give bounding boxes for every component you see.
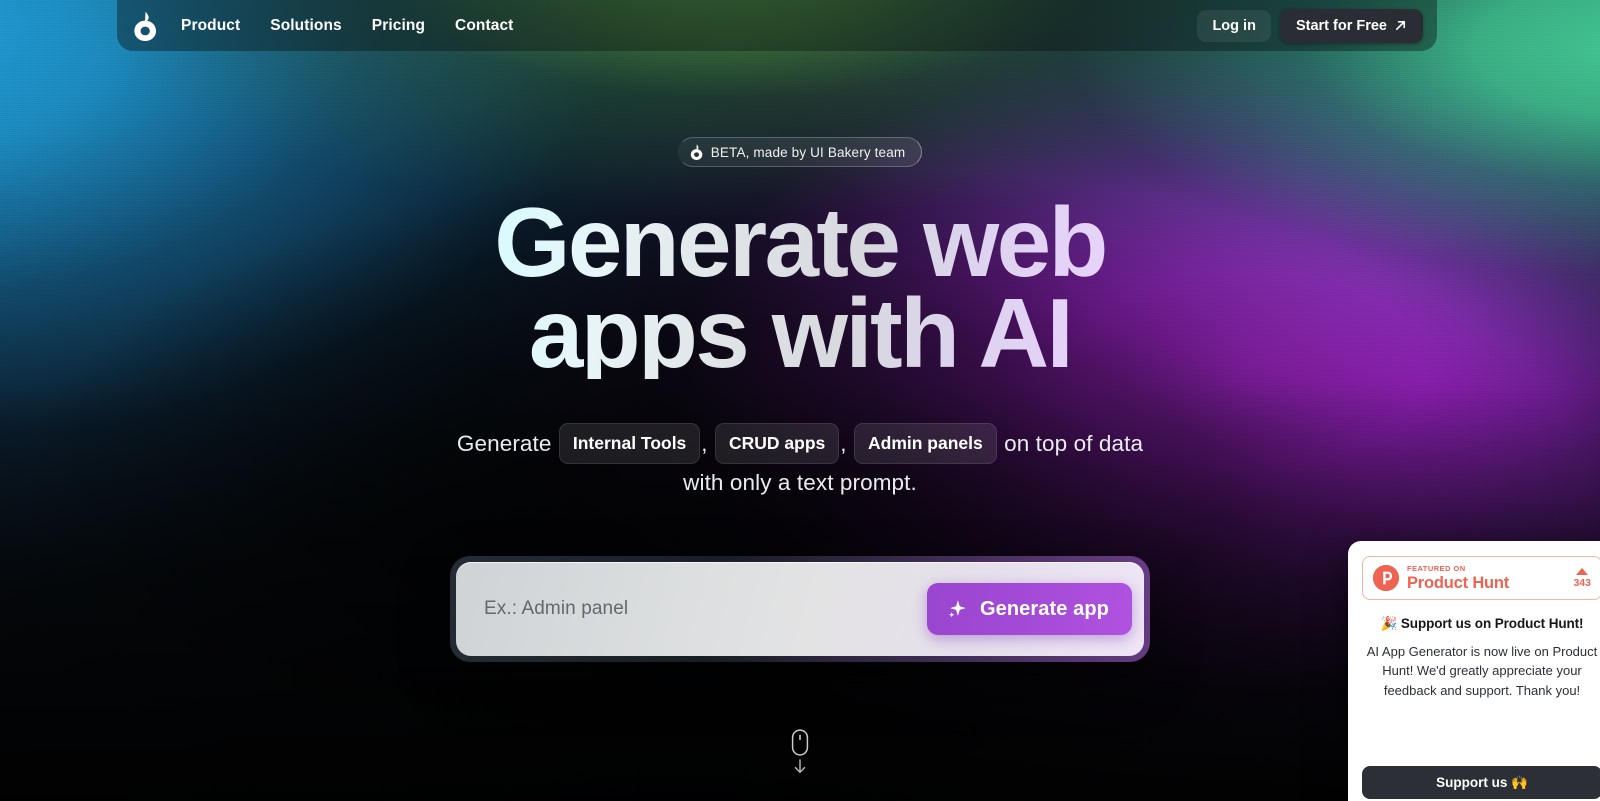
- product-hunt-p-glyph: [1373, 565, 1399, 591]
- nav-link-solutions[interactable]: Solutions: [268, 11, 344, 41]
- subtitle-tail: on top of data: [1004, 431, 1144, 457]
- top-navigation-bar: Product Solutions Pricing Contact Log in…: [117, 0, 1437, 51]
- upvote-count: 343: [1573, 576, 1591, 589]
- subtitle-second-line: with only a text prompt.: [683, 470, 917, 496]
- product-hunt-title: Product Hunt: [1407, 573, 1510, 592]
- nav-actions: Log in Start for Free: [1197, 8, 1423, 43]
- nav-link-product[interactable]: Product: [179, 11, 242, 41]
- nav-links: Product Solutions Pricing Contact: [179, 11, 515, 41]
- product-hunt-heading: 🎉 Support us on Product Hunt!: [1380, 616, 1584, 631]
- generate-app-button[interactable]: Generate app: [926, 583, 1132, 636]
- subtitle-separator-1: ,: [701, 431, 708, 457]
- product-hunt-badge-text: FEATURED ON Product Hunt: [1407, 565, 1565, 591]
- scroll-down-indicator[interactable]: [791, 729, 809, 774]
- mouse-scroll-icon: [791, 729, 809, 756]
- caret-up-icon: [1576, 567, 1589, 575]
- prompt-input[interactable]: [484, 598, 927, 621]
- product-hunt-widget: FEATURED ON Product Hunt 343 🎉 Support u…: [1348, 541, 1600, 801]
- prompt-box-inner: Generate app: [456, 562, 1144, 657]
- beta-badge[interactable]: BETA, made by UI Bakery team: [677, 137, 923, 167]
- sparkle-icon: [948, 600, 966, 618]
- product-hunt-logo-icon: [1373, 565, 1399, 591]
- product-hunt-body: AI App Generator is now live on Product …: [1366, 644, 1598, 698]
- ui-bakery-logo-icon: [690, 144, 703, 160]
- hero-subtitle: Generate Internal Tools, CRUD apps, Admi…: [457, 423, 1143, 503]
- nav-link-contact[interactable]: Contact: [453, 11, 515, 41]
- chip-crud-apps[interactable]: CRUD apps: [715, 423, 840, 465]
- arrow-up-right-icon: [1395, 20, 1406, 31]
- featured-on-label: FEATURED ON: [1407, 564, 1466, 573]
- prompt-box: Generate app: [450, 556, 1150, 663]
- support-us-button[interactable]: Support us 🙌: [1362, 766, 1600, 799]
- chip-internal-tools[interactable]: Internal Tools: [558, 423, 701, 465]
- start-for-free-label: Start for Free: [1295, 17, 1387, 34]
- product-hunt-badge[interactable]: FEATURED ON Product Hunt 343: [1362, 556, 1600, 600]
- product-hunt-upvotes: 343: [1573, 567, 1591, 589]
- ui-bakery-logo-icon[interactable]: [133, 11, 159, 41]
- login-button[interactable]: Log in: [1197, 9, 1271, 42]
- subtitle-separator-2: ,: [840, 431, 847, 457]
- beta-badge-label: BETA, made by UI Bakery team: [710, 144, 906, 160]
- nav-link-pricing[interactable]: Pricing: [370, 11, 427, 41]
- subtitle-lead: Generate: [456, 431, 552, 457]
- arrow-down-icon: [794, 759, 806, 773]
- chip-admin-panels[interactable]: Admin panels: [854, 423, 997, 465]
- page-root: Product Solutions Pricing Contact Log in…: [0, 0, 1600, 801]
- start-for-free-button[interactable]: Start for Free: [1279, 8, 1423, 43]
- generate-app-label: Generate app: [979, 597, 1109, 620]
- page-title: Generate web apps with AI: [494, 187, 1108, 389]
